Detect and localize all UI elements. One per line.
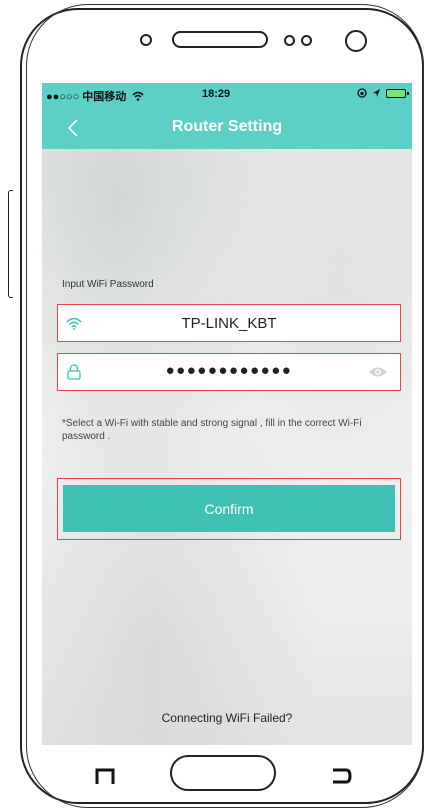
wifi-ssid-value: TP-LINK_KBT xyxy=(181,315,277,332)
eye-icon[interactable] xyxy=(368,365,388,379)
wifi-ssid-field[interactable]: TP-LINK_KBT xyxy=(57,304,401,342)
speaker-grille xyxy=(172,31,268,48)
camera-icon xyxy=(140,34,152,46)
wifi-signal-icon xyxy=(132,91,144,101)
connecting-failed-link[interactable]: Connecting WiFi Failed? xyxy=(42,711,412,725)
status-indicators xyxy=(357,88,409,98)
app-screen: ●●○○○ 中国移动 18:29 Router Setting Input Wi… xyxy=(42,83,412,745)
lock-icon xyxy=(67,364,81,380)
wifi-password-field[interactable]: ●●●●●●●●●●●● xyxy=(57,353,401,391)
wifi-hint-text: *Select a Wi-Fi with stable and strong s… xyxy=(62,418,362,442)
carrier-label: ●●○○○ 中国移动 xyxy=(46,91,127,103)
status-time: 18:29 xyxy=(202,88,231,100)
password-section-label: Input WiFi Password xyxy=(62,279,154,290)
sensor-icon xyxy=(284,35,295,46)
confirm-highlight: Confirm xyxy=(57,478,401,540)
page-title: Router Setting xyxy=(171,118,283,135)
status-bar: ●●○○○ 中国移动 18:29 xyxy=(42,83,412,107)
nav-bar: Router Setting xyxy=(42,107,412,149)
home-key[interactable] xyxy=(170,755,276,791)
battery-icon xyxy=(386,88,409,98)
sensor-icon xyxy=(301,35,312,46)
wifi-icon xyxy=(66,317,82,330)
rotation-lock-icon xyxy=(357,88,367,98)
side-button xyxy=(8,190,13,298)
confirm-button[interactable]: Confirm xyxy=(63,485,395,532)
front-camera-icon xyxy=(345,30,367,52)
recent-apps-key-icon[interactable] xyxy=(94,767,116,785)
location-icon xyxy=(373,89,380,97)
wifi-password-value: ●●●●●●●●●●●● xyxy=(165,362,293,379)
background-image xyxy=(42,83,412,745)
back-key-icon[interactable] xyxy=(330,767,352,785)
